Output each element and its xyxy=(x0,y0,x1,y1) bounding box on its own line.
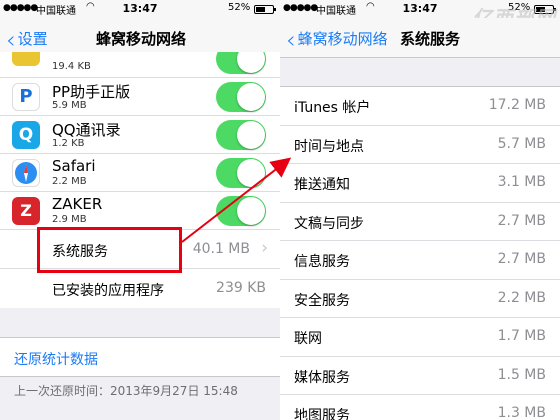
service-usage: 1.3 MB xyxy=(497,405,546,420)
cellular-network-screen: ●●●●● 中国联通 ◠ 13:47 52% ‹ 设置 蜂窝移动网络 19.4 K… xyxy=(0,0,280,420)
installed-apps-row: 已安装的应用程序 239 KB xyxy=(0,269,280,308)
status-bar: ●●●●● 中国联通 ◠ 13:47 52% xyxy=(0,0,280,18)
last-reset-time: 上一次还原时间：2013年9月27日 15:48 xyxy=(14,384,238,398)
signal-icon: ●●●●● xyxy=(3,3,38,13)
signal-icon: ●●●●● xyxy=(283,3,318,13)
service-name: 文稿与同步 xyxy=(294,215,364,232)
system-services-screen: ●●●●● 中国联通 ◠ 13:47 52% 亿西部网 ‹蜂窝移动网络 系统服务… xyxy=(280,0,560,420)
service-usage: 5.7 MB xyxy=(497,135,546,152)
carrier-label: 中国联通 xyxy=(316,6,356,17)
cellular-toggle[interactable] xyxy=(216,82,266,112)
page-title: 系统服务 xyxy=(400,30,461,48)
wifi-icon: ◠ xyxy=(366,1,375,12)
safari-icon xyxy=(12,159,40,187)
list-item: Z ZAKER 2.9 MB xyxy=(0,192,280,230)
chevron-right-icon: › xyxy=(261,238,268,258)
list-item: 19.4 KB xyxy=(0,52,280,78)
service-name: 联网 xyxy=(294,331,322,347)
app-size: 5.9 MB xyxy=(52,100,87,111)
service-usage: 17.2 MB xyxy=(488,97,546,113)
cellular-toggle[interactable] xyxy=(216,120,266,150)
system-services-value: 40.1 MB xyxy=(192,241,250,257)
chevron-left-icon: ‹ xyxy=(286,26,296,54)
app-size: 1.2 KB xyxy=(52,138,85,149)
clock: 13:47 xyxy=(402,2,438,15)
battery-percent: 52% xyxy=(228,2,251,13)
service-usage: 1.7 MB xyxy=(497,328,546,344)
app-size: 19.4 KB xyxy=(52,61,91,72)
service-usage: 2.2 MB xyxy=(497,289,546,306)
nav-bar: ‹ 蜂窝移动网络 系统服务 xyxy=(280,18,560,58)
back-label: 设置 xyxy=(17,30,48,48)
list-item: 推送通知 3.1 MB xyxy=(280,164,560,203)
back-button[interactable]: ‹ 蜂窝移动网络 xyxy=(286,26,388,54)
service-name: 地图服务 xyxy=(294,408,350,420)
list-item: 地图服务 1.3 MB xyxy=(280,395,560,420)
back-button[interactable]: ‹ 设置 xyxy=(6,26,48,54)
installed-apps-label: 已安装的应用程序 xyxy=(52,283,164,299)
app-size: 2.2 MB xyxy=(52,176,87,187)
service-name: 媒体服务 xyxy=(294,369,350,386)
zaker-icon: Z xyxy=(12,197,40,225)
qq-contacts-icon: Q xyxy=(12,121,40,149)
service-name: 信息服务 xyxy=(294,254,350,270)
list-item: 文稿与同步 2.7 MB xyxy=(280,202,560,241)
cellular-toggle[interactable] xyxy=(216,158,266,188)
service-usage: 2.7 MB xyxy=(497,212,546,229)
cellular-toggle[interactable] xyxy=(216,52,266,74)
list-item: P PP助手正版 5.9 MB xyxy=(0,78,280,116)
wifi-icon: ◠ xyxy=(86,1,95,12)
service-name: iTunes 帐户 xyxy=(294,100,371,116)
service-usage: 2.7 MB xyxy=(497,251,546,267)
reset-statistics-label: 还原统计数据 xyxy=(14,352,98,368)
clock: 13:47 xyxy=(122,2,158,15)
service-usage: 3.1 MB xyxy=(497,174,546,190)
list-item: 安全服务 2.2 MB xyxy=(280,279,560,318)
service-name: 安全服务 xyxy=(294,292,350,309)
page-title: 蜂窝移动网络 xyxy=(96,30,187,48)
list-item: iTunes 帐户 17.2 MB xyxy=(280,87,560,126)
service-name: 推送通知 xyxy=(294,177,350,193)
list-item: 联网 1.7 MB xyxy=(280,318,560,357)
app-name: PP助手正版 xyxy=(52,83,131,101)
battery-icon xyxy=(254,5,276,14)
app-name: ZAKER xyxy=(52,195,103,213)
installed-apps-value: 239 KB xyxy=(216,280,266,296)
service-usage: 1.5 MB xyxy=(497,366,546,383)
reset-statistics-button[interactable]: 还原统计数据 xyxy=(0,337,280,377)
list-item: 媒体服务 1.5 MB xyxy=(280,356,560,395)
list-item: Safari 2.2 MB xyxy=(0,154,280,192)
highlight-box xyxy=(37,227,182,273)
system-services-list: iTunes 帐户 17.2 MB 时间与地点 5.7 MB 推送通知 3.1 … xyxy=(280,86,560,420)
back-label: 蜂窝移动网络 xyxy=(297,30,388,48)
app-size: 2.9 MB xyxy=(52,214,87,225)
service-name: 时间与地点 xyxy=(294,138,364,155)
list-item: 信息服务 2.7 MB xyxy=(280,241,560,280)
app-name: Safari xyxy=(52,157,96,175)
pp-assistant-icon: P xyxy=(12,83,40,111)
cellular-toggle[interactable] xyxy=(216,196,266,226)
list-item: Q QQ通讯录 1.2 KB xyxy=(0,116,280,154)
app-icon-yellow xyxy=(12,52,40,66)
app-name: QQ通讯录 xyxy=(52,121,121,139)
carrier-label: 中国联通 xyxy=(36,6,76,17)
list-item: 时间与地点 5.7 MB xyxy=(280,125,560,164)
chevron-left-icon: ‹ xyxy=(6,26,16,54)
